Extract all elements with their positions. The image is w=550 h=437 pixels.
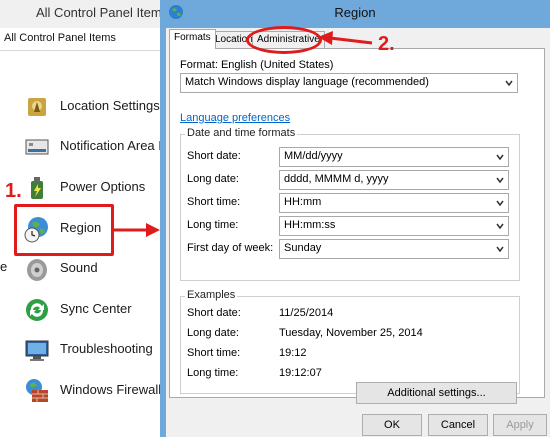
format-label: Format: English (United States): [180, 59, 334, 71]
breadcrumb[interactable]: All Control Panel Items: [4, 32, 116, 44]
cp-item-windows-firewall[interactable]: Windows Firewall: [22, 374, 170, 408]
cancel-button[interactable]: Cancel: [428, 414, 488, 436]
dialog-title: Region: [334, 5, 376, 20]
dropdown-value: MM/dd/yyyy: [284, 150, 343, 162]
cp-item-troubleshooting[interactable]: Troubleshooting: [22, 333, 170, 367]
sound-speaker-icon: [27, 259, 47, 281]
cp-item-label: Windows Firewall: [60, 382, 162, 397]
short-date-dropdown[interactable]: MM/dd/yyyy: [279, 147, 509, 167]
cp-item-label: Sound: [60, 260, 98, 275]
dialog-body: Formats Location Administrative Format: …: [166, 28, 550, 437]
example-label: Short time:: [187, 347, 241, 359]
example-value: 11/25/2014: [279, 307, 334, 319]
chevron-down-icon: [496, 246, 504, 253]
example-label: Long date:: [187, 327, 239, 339]
long-date-label: Long date:: [187, 173, 239, 185]
date-time-formats-group: Date and time formats Short date: MM/dd/…: [180, 127, 520, 281]
example-value: 19:12:07: [279, 367, 322, 379]
cp-item-label: Power Options: [60, 179, 146, 194]
chevron-down-icon: [496, 200, 504, 207]
chevron-down-icon: [496, 177, 504, 184]
long-time-label: Long time:: [187, 219, 239, 231]
cp-item-location-settings[interactable]: Location Settings: [22, 90, 170, 124]
group-title: Examples: [185, 289, 238, 301]
example-value: 19:12: [279, 347, 307, 359]
cp-item-power-options[interactable]: Power Options: [22, 171, 170, 205]
tab-formats[interactable]: Formats: [169, 29, 216, 49]
cp-item-label: Notification Area I: [60, 138, 162, 153]
truncated-item-text: e: [0, 259, 8, 274]
long-time-dropdown[interactable]: HH:mm:ss: [279, 216, 509, 236]
notification-area-icon: [25, 139, 49, 155]
cp-item-label: Troubleshooting: [60, 341, 153, 356]
dropdown-value: Sunday: [284, 242, 322, 254]
format-dropdown[interactable]: Match Windows display language (recommen…: [180, 73, 518, 93]
language-preferences-link[interactable]: Language preferences: [180, 112, 290, 124]
short-time-dropdown[interactable]: HH:mm: [279, 193, 509, 213]
additional-settings-button[interactable]: Additional settings...: [356, 382, 517, 404]
region-dialog: Region Formats Location Administrative F…: [160, 0, 550, 437]
cp-item-notification-area[interactable]: Notification Area I: [22, 130, 170, 164]
windows-firewall-icon: [26, 379, 48, 402]
format-dropdown-value: Match Windows display language (recommen…: [185, 76, 429, 88]
control-panel-title: All Control Panel Items: [36, 5, 169, 20]
ok-button[interactable]: OK: [362, 414, 422, 436]
cp-item-label: Location Settings: [60, 98, 160, 113]
first-day-of-week-dropdown[interactable]: Sunday: [279, 239, 509, 259]
dropdown-value: HH:mm: [284, 196, 322, 208]
formats-tab-panel: Format: English (United States) Match Wi…: [169, 48, 545, 398]
chevron-down-icon: [496, 223, 504, 230]
dropdown-value: HH:mm:ss: [284, 219, 336, 231]
troubleshooting-icon: [25, 340, 49, 361]
example-value: Tuesday, November 25, 2014: [279, 327, 423, 339]
example-label: Long time:: [187, 367, 239, 379]
breadcrumb-divider: [0, 50, 170, 51]
step-2-marker: 2.: [378, 33, 395, 55]
location-settings-icon: [28, 98, 46, 116]
control-panel-titlebar: All Control Panel Items: [0, 0, 170, 28]
example-label: Short date:: [187, 307, 241, 319]
step-1-marker: 1.: [5, 180, 22, 202]
first-day-of-week-label: First day of week:: [187, 242, 274, 254]
cp-item-sync-center[interactable]: Sync Center: [22, 293, 170, 327]
apply-button[interactable]: Apply: [493, 414, 547, 436]
short-date-label: Short date:: [187, 150, 241, 162]
region-highlight-box: [14, 204, 114, 256]
dropdown-value: dddd, MMMM d, yyyy: [284, 173, 389, 185]
short-time-label: Short time:: [187, 196, 241, 208]
chevron-down-icon: [496, 154, 504, 161]
administrative-tab-highlight: [246, 26, 322, 54]
dialog-titlebar[interactable]: Region: [160, 0, 550, 26]
chevron-down-icon: [505, 80, 513, 87]
sync-center-icon: [26, 299, 48, 321]
power-options-icon: [31, 177, 43, 199]
long-date-dropdown[interactable]: dddd, MMMM d, yyyy: [279, 170, 509, 190]
cp-item-sound[interactable]: Sound: [22, 252, 170, 286]
examples-group: Examples Short date: 11/25/2014 Long dat…: [180, 289, 520, 394]
group-title: Date and time formats: [185, 127, 298, 139]
cp-item-label: Sync Center: [60, 301, 132, 316]
